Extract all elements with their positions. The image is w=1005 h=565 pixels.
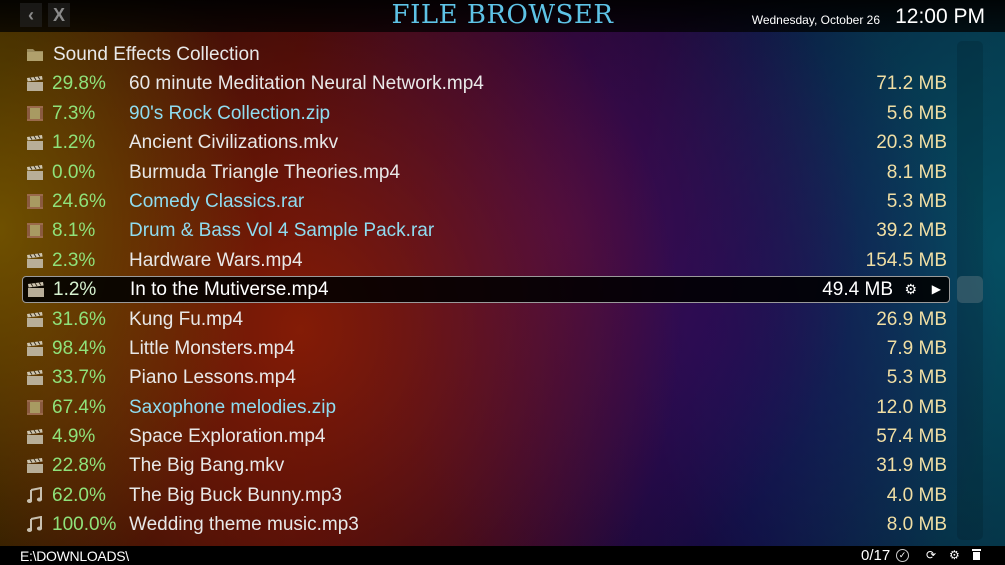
file-name: Space Exploration.mp4 — [129, 426, 326, 448]
file-row[interactable]: 0.0% Burmuda Triangle Theories.mp4 8.1 MB — [22, 158, 950, 187]
file-row[interactable]: 29.8% 60 minute Meditation Neural Network… — [22, 69, 950, 98]
progress-percent: 98.4% — [52, 337, 106, 359]
music-note-icon — [26, 516, 43, 533]
file-name: Piano Lessons.mp4 — [129, 367, 296, 389]
file-size: 4.0 MB — [886, 484, 947, 506]
file-row[interactable]: 2.3% Hardware Wars.mp4 154.5 MB — [22, 246, 950, 275]
progress-percent: 100.0% — [52, 514, 117, 536]
file-size: 26.9 MB — [876, 308, 947, 330]
selection-count: 0/17 — [861, 547, 891, 564]
file-name: In to the Mutiverse.mp4 — [130, 279, 329, 301]
video-clapper-icon — [28, 282, 44, 298]
file-row[interactable]: 33.7% Piano Lessons.mp4 5.3 MB — [22, 363, 950, 392]
file-size: 7.9 MB — [886, 337, 947, 359]
folder-name: Sound Effects Collection — [53, 44, 260, 65]
file-name: Wedding theme music.mp3 — [129, 514, 359, 536]
file-row[interactable]: 22.8% The Big Bang.mkv 31.9 MB — [22, 451, 950, 480]
file-size: 8.0 MB — [886, 514, 947, 536]
file-row[interactable]: 7.3% 90's Rock Collection.zip 5.6 MB — [22, 99, 950, 128]
video-clapper-icon — [27, 429, 43, 445]
status-bar: E:\DOWNLOADS\ 0/17 ✓ ⟳ ⚙ — [0, 546, 1005, 565]
file-size: 49.4 MB — [822, 279, 893, 301]
file-name: 90's Rock Collection.zip — [129, 102, 331, 124]
archive-icon — [27, 105, 43, 121]
file-size: 71.2 MB — [876, 73, 947, 95]
file-size: 5.3 MB — [886, 190, 947, 212]
progress-percent: 31.6% — [52, 308, 106, 330]
file-name: Saxophone melodies.zip — [129, 396, 337, 418]
file-name: The Big Bang.mkv — [129, 455, 285, 477]
video-clapper-icon — [27, 76, 43, 92]
progress-percent: 22.8% — [52, 455, 106, 477]
file-size: 20.3 MB — [876, 132, 947, 154]
file-row[interactable]: 67.4% Saxophone melodies.zip 12.0 MB — [22, 393, 950, 422]
file-name: 60 minute Meditation Neural Network.mp4 — [129, 73, 484, 95]
video-clapper-icon — [27, 164, 43, 180]
check-circle-icon[interactable]: ✓ — [896, 549, 909, 562]
file-name: Drum & Bass Vol 4 Sample Pack.rar — [129, 220, 435, 242]
file-name: Hardware Wars.mp4 — [129, 249, 303, 271]
progress-percent: 1.2% — [52, 132, 96, 154]
file-size: 12.0 MB — [876, 396, 947, 418]
file-row-selected[interactable]: 1.2% In to the Mutiverse.mp4 49.4 MB ⚙ ▶ — [22, 276, 950, 304]
progress-percent: 2.3% — [52, 249, 96, 271]
archive-icon — [27, 193, 43, 209]
file-name: Kung Fu.mp4 — [129, 308, 244, 330]
progress-percent: 62.0% — [52, 484, 106, 506]
file-name: The Big Buck Bunny.mp3 — [129, 484, 342, 506]
file-size: 39.2 MB — [876, 220, 947, 242]
file-row[interactable]: 100.0% Wedding theme music.mp3 8.0 MB — [22, 510, 950, 539]
folder-item[interactable]: Sound Effects Collection — [22, 40, 950, 69]
video-clapper-icon — [27, 458, 43, 474]
file-row[interactable]: 24.6% Comedy Classics.rar 5.3 MB — [22, 187, 950, 216]
play-icon[interactable]: ▶ — [932, 277, 941, 302]
video-clapper-icon — [27, 340, 43, 356]
file-row[interactable]: 62.0% The Big Buck Bunny.mp3 4.0 MB — [22, 481, 950, 510]
file-name: Burmuda Triangle Theories.mp4 — [129, 161, 401, 183]
progress-percent: 29.8% — [52, 73, 106, 95]
file-row[interactable]: 8.1% Drum & Bass Vol 4 Sample Pack.rar 39.… — [22, 216, 950, 245]
file-size: 8.1 MB — [886, 161, 947, 183]
file-name: Little Monsters.mp4 — [129, 337, 295, 359]
progress-percent: 24.6% — [52, 190, 106, 212]
video-clapper-icon — [27, 135, 43, 151]
file-size: 5.6 MB — [886, 102, 947, 124]
video-clapper-icon — [27, 370, 43, 386]
file-row[interactable]: 4.9% Space Exploration.mp4 57.4 MB — [22, 422, 950, 451]
file-name: Ancient Civilizations.mkv — [129, 132, 339, 154]
progress-percent: 33.7% — [52, 367, 106, 389]
archive-icon — [27, 223, 43, 239]
progress-percent: 1.2% — [53, 279, 97, 301]
progress-percent: 67.4% — [52, 396, 106, 418]
scrollbar-thumb[interactable] — [957, 276, 983, 303]
file-row[interactable]: 1.2% Ancient Civilizations.mkv 20.3 MB — [22, 128, 950, 157]
progress-percent: 4.9% — [52, 426, 96, 448]
archive-icon — [27, 399, 43, 415]
current-path: E:\DOWNLOADS\ — [20, 548, 129, 564]
progress-percent: 7.3% — [52, 102, 96, 124]
gear-icon[interactable]: ⚙ — [904, 277, 917, 302]
top-bar: ‹ X FILE BROWSER Wednesday, October 26 1… — [0, 0, 1005, 32]
folder-icon — [27, 49, 43, 61]
file-size: 5.3 MB — [886, 367, 947, 389]
music-note-icon — [26, 486, 43, 503]
file-size: 154.5 MB — [865, 249, 947, 271]
progress-percent: 8.1% — [52, 220, 96, 242]
progress-percent: 0.0% — [52, 161, 96, 183]
video-clapper-icon — [27, 311, 43, 327]
file-row[interactable]: 31.6% Kung Fu.mp4 26.9 MB — [22, 305, 950, 334]
file-size: 57.4 MB — [876, 426, 947, 448]
time-display: 12:00 PM — [895, 5, 985, 28]
refresh-icon[interactable]: ⟳ — [926, 547, 936, 564]
file-list: Sound Effects Collection 29.8% 60 minute … — [22, 40, 950, 540]
video-clapper-icon — [27, 252, 43, 268]
gear-icon[interactable]: ⚙ — [949, 547, 960, 564]
date-display: Wednesday, October 26 — [751, 13, 880, 27]
trash-icon[interactable] — [972, 547, 981, 564]
file-size: 31.9 MB — [876, 455, 947, 477]
file-row[interactable]: 98.4% Little Monsters.mp4 7.9 MB — [22, 334, 950, 363]
file-name: Comedy Classics.rar — [129, 190, 305, 212]
